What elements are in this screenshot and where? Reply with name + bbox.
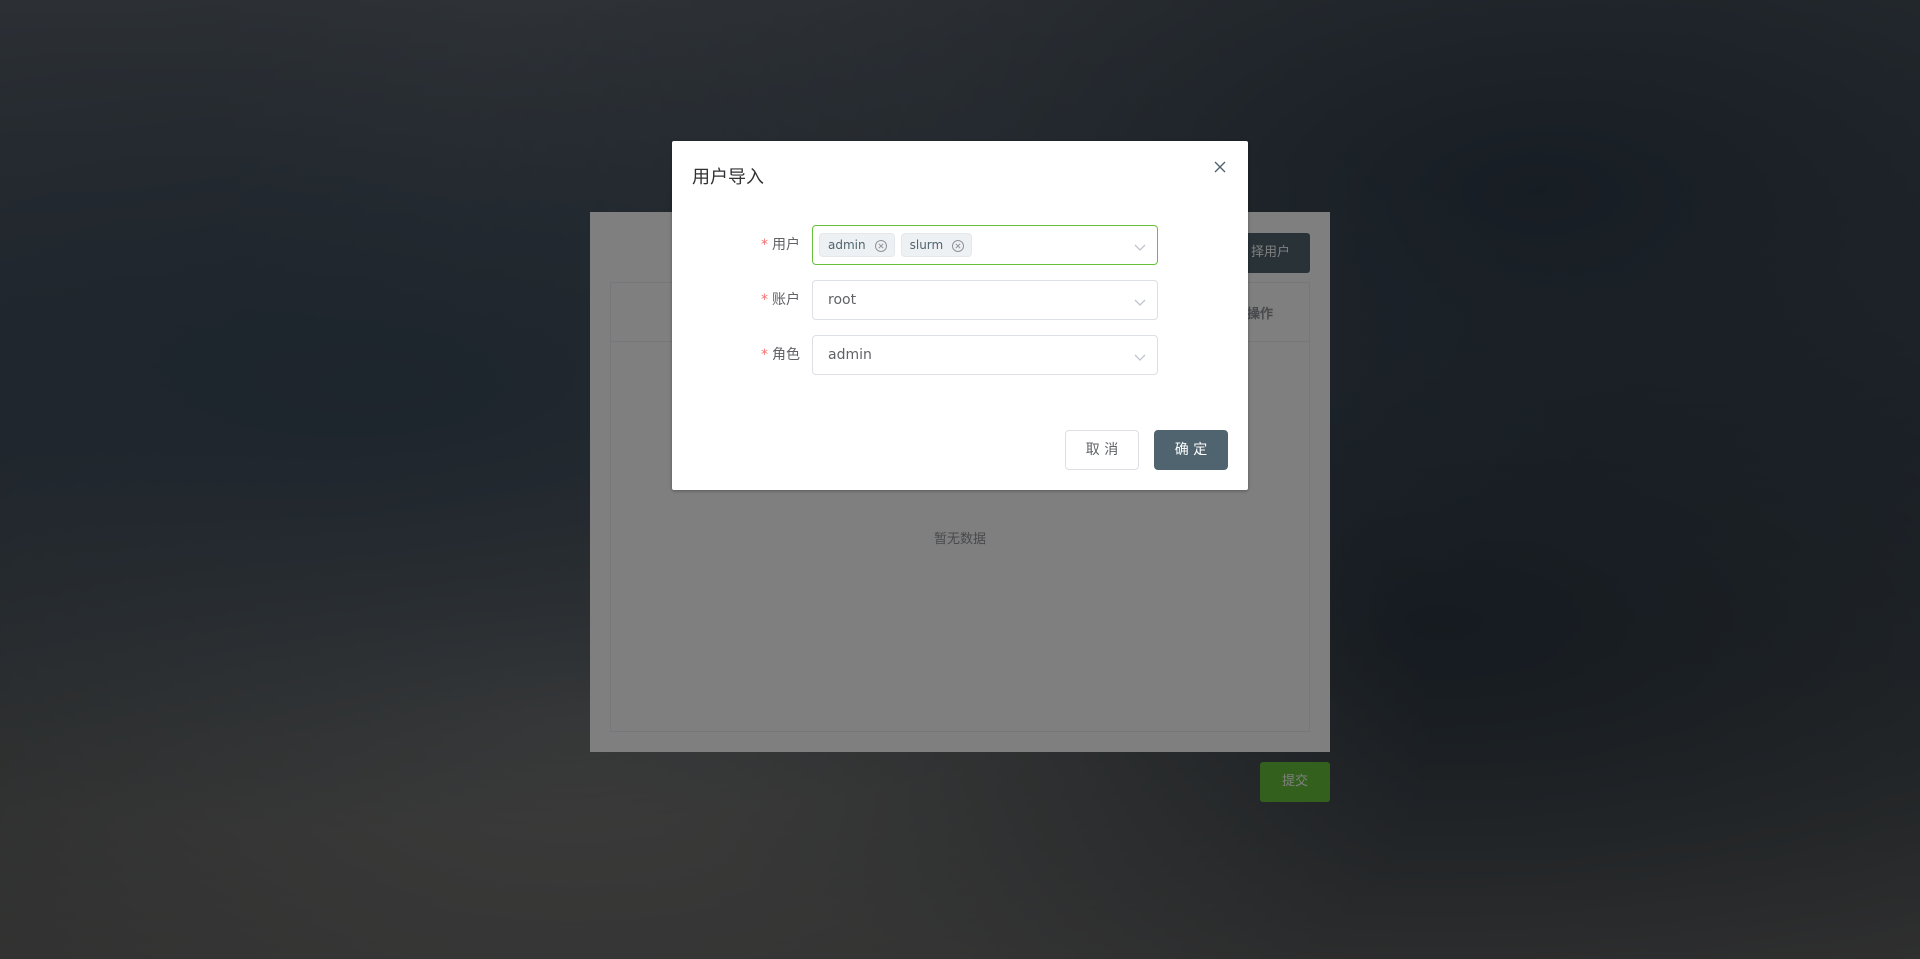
user-tag: admin	[819, 233, 895, 257]
close-icon[interactable]	[1212, 159, 1228, 175]
user-tag: slurm	[900, 233, 973, 257]
selected-user-tags: admin slurm	[819, 233, 973, 257]
user-tag-label: admin	[828, 238, 866, 252]
chevron-down-icon[interactable]	[1133, 294, 1147, 308]
required-mark: *	[761, 292, 768, 308]
chevron-down-icon[interactable]	[1133, 239, 1147, 253]
tag-close-icon[interactable]	[874, 238, 888, 252]
user-label: * 用户	[761, 225, 800, 265]
confirm-button[interactable]: 确 定	[1154, 430, 1228, 470]
role-label-text: 角色	[772, 347, 800, 363]
tag-close-icon[interactable]	[951, 238, 965, 252]
account-select-value: root	[828, 292, 857, 308]
form-row-user: * 用户 admin slurm	[672, 225, 1248, 265]
required-mark: *	[761, 347, 768, 363]
form-row-account: * 账户 root	[672, 280, 1248, 320]
account-select[interactable]: root	[812, 280, 1158, 320]
user-multi-select[interactable]: admin slurm	[812, 225, 1158, 265]
role-select-value: admin	[828, 347, 872, 363]
role-select[interactable]: admin	[812, 335, 1158, 375]
dialog-title: 用户导入	[692, 167, 764, 188]
account-label: * 账户	[761, 280, 800, 320]
form-row-role: * 角色 admin	[672, 335, 1248, 375]
account-label-text: 账户	[772, 292, 800, 308]
role-label: * 角色	[761, 335, 800, 375]
user-tag-label: slurm	[909, 238, 944, 252]
cancel-button[interactable]: 取 消	[1065, 430, 1139, 470]
chevron-down-icon[interactable]	[1133, 349, 1147, 363]
required-mark: *	[761, 237, 768, 253]
user-label-text: 用户	[772, 237, 800, 253]
user-import-dialog: 用户导入 * 用户 admin slurm * 账户 root * 角色 adm…	[672, 141, 1248, 490]
